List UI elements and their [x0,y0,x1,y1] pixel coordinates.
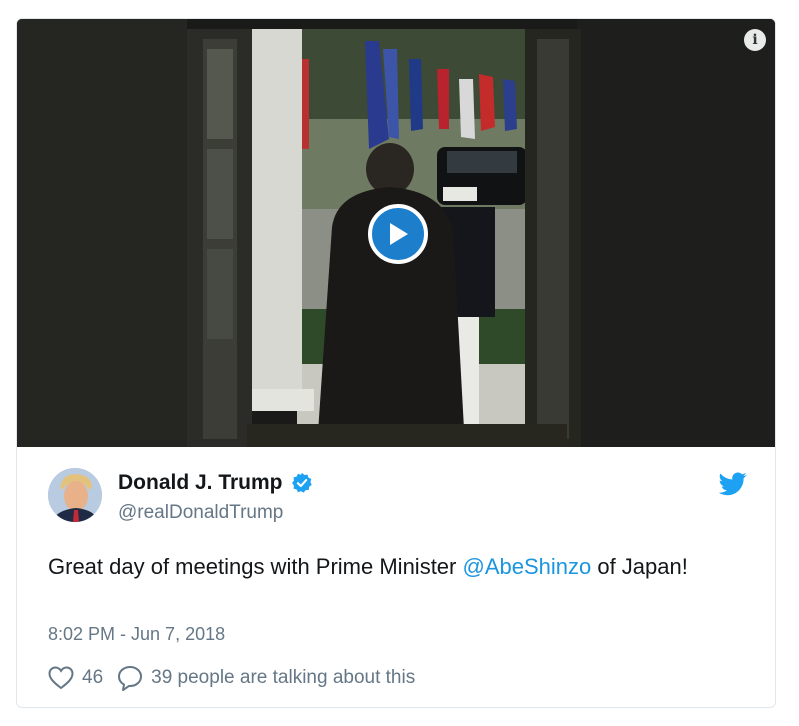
embedded-tweet-card[interactable]: i Donald J. Trump @realDonaldTrump Great… [16,18,776,708]
talking-count: 39 people are talking about this [151,667,416,688]
tweet-text-after: of Japan! [591,554,688,579]
mention-link[interactable]: @AbeShinzo [462,554,591,579]
like-button[interactable]: 46 [48,666,103,690]
speech-bubble-icon [118,666,143,691]
conversation-button[interactable]: 39 people are talking about this [117,665,415,691]
play-button[interactable] [368,204,428,264]
tweet-timestamp[interactable]: 8:02 PM - Jun 7, 2018 [48,624,225,645]
tweet-body: Donald J. Trump @realDonaldTrump Great d… [17,447,775,707]
video-player[interactable]: i [17,19,775,447]
author-handle[interactable]: @realDonaldTrump [118,502,283,524]
tweet-text: Great day of meetings with Prime Ministe… [48,549,728,584]
tweet-actions: 46 39 people are talking about this [48,665,415,691]
tweet-text-before: Great day of meetings with Prime Ministe… [48,554,463,579]
info-icon[interactable]: i [744,29,766,51]
twitter-bird-icon[interactable] [719,472,747,496]
display-name[interactable]: Donald J. Trump [118,471,283,495]
play-icon [390,223,408,245]
author-name-row[interactable]: Donald J. Trump [118,471,313,495]
heart-icon [48,666,74,690]
verified-badge-icon [291,472,312,493]
avatar[interactable] [48,468,102,522]
like-count: 46 [82,667,104,688]
